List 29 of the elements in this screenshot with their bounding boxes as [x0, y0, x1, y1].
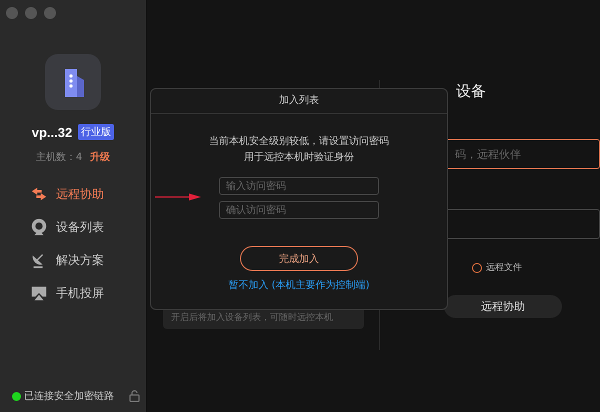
- swap-arrows-icon: [30, 185, 48, 203]
- skip-link[interactable]: 暂不加入 (本机主要作为控制端): [228, 278, 370, 292]
- upgrade-link[interactable]: 升级: [90, 150, 110, 164]
- section-heading: 设备: [456, 82, 487, 101]
- device-icon: [30, 218, 48, 236]
- window-control-button[interactable]: [44, 7, 56, 19]
- dialog-title: 加入列表: [151, 89, 447, 114]
- message-text: 当前本机安全级别较低，请设置访问密码: [209, 134, 389, 149]
- sidebar-item[interactable]: 设备列表: [30, 217, 104, 237]
- message-text: 用于远控本机时验证身份: [244, 150, 354, 165]
- host-count: 主机数：4: [36, 150, 82, 164]
- app-logo-icon: [45, 54, 101, 110]
- option-label: 远程文件: [486, 262, 522, 274]
- window-control-button[interactable]: [25, 7, 37, 19]
- account-name: vp...32: [32, 124, 72, 140]
- screen-cast-icon: [30, 284, 48, 302]
- password-field[interactable]: 确认访问密码: [219, 201, 379, 219]
- edition-badge: 行业版: [78, 124, 114, 140]
- remote-assist-button[interactable]: 远程协助: [444, 295, 562, 318]
- confirm-button[interactable]: 完成加入: [240, 246, 358, 271]
- sidebar-item[interactable]: 手机投屏: [30, 283, 104, 303]
- sidebar-item[interactable]: 远程协助: [30, 184, 104, 204]
- status-text: 已连接安全加密链路: [24, 390, 114, 403]
- lock-icon[interactable]: [129, 390, 140, 402]
- arrow-icon: [155, 193, 201, 201]
- password-field[interactable]: 输入访问密码: [219, 177, 379, 195]
- window-control-button[interactable]: [6, 7, 18, 19]
- radio-button[interactable]: [472, 262, 482, 272]
- sidebar-item[interactable]: 解决方案: [30, 250, 104, 270]
